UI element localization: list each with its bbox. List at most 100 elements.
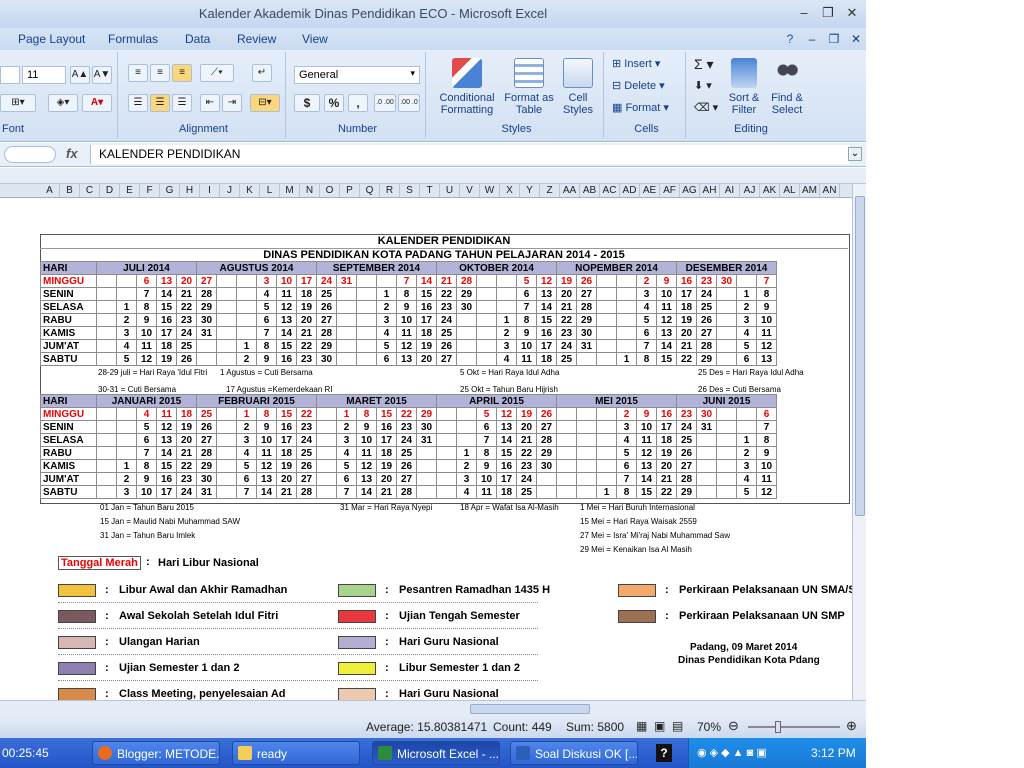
- date-cell[interactable]: 24: [316, 274, 337, 288]
- date-cell[interactable]: 25: [516, 485, 537, 499]
- day-name[interactable]: KAMIS: [40, 459, 97, 473]
- date-cell[interactable]: 16: [156, 313, 177, 327]
- date-cell[interactable]: 27: [576, 287, 597, 301]
- date-cell[interactable]: [436, 407, 457, 421]
- date-cell[interactable]: [696, 459, 717, 473]
- date-cell[interactable]: 29: [576, 313, 597, 327]
- date-cell[interactable]: 29: [676, 485, 697, 499]
- date-cell[interactable]: [236, 300, 257, 314]
- date-cell[interactable]: [216, 407, 237, 421]
- month-header[interactable]: JUNI 2015: [676, 394, 777, 408]
- date-cell[interactable]: 3: [236, 433, 257, 447]
- date-cell[interactable]: 22: [556, 313, 577, 327]
- scroll-thumb[interactable]: [855, 196, 865, 516]
- date-cell[interactable]: 10: [636, 420, 657, 434]
- date-cell[interactable]: 28: [696, 339, 717, 353]
- date-cell[interactable]: [216, 274, 237, 288]
- date-cell[interactable]: 26: [536, 407, 557, 421]
- date-cell[interactable]: [96, 300, 117, 314]
- date-cell[interactable]: [196, 339, 217, 353]
- date-cell[interactable]: 7: [136, 446, 157, 460]
- column-header[interactable]: AK: [760, 184, 780, 197]
- date-cell[interactable]: [216, 472, 237, 486]
- date-cell[interactable]: [476, 313, 497, 327]
- date-cell[interactable]: 27: [676, 459, 697, 473]
- date-cell[interactable]: 10: [756, 313, 777, 327]
- date-cell[interactable]: 12: [156, 420, 177, 434]
- day-name[interactable]: MINGGU: [40, 407, 97, 421]
- day-name[interactable]: JUM'AT: [40, 339, 97, 353]
- date-cell[interactable]: [356, 300, 377, 314]
- date-cell[interactable]: 13: [496, 420, 517, 434]
- date-cell[interactable]: 27: [696, 326, 717, 340]
- date-cell[interactable]: 22: [296, 407, 317, 421]
- date-cell[interactable]: [556, 407, 577, 421]
- date-cell[interactable]: [336, 313, 357, 327]
- date-cell[interactable]: [476, 300, 497, 314]
- date-cell[interactable]: [116, 433, 137, 447]
- date-cell[interactable]: [476, 326, 497, 340]
- tray-icons[interactable]: ◉ ◈ ◆ ▲ ◙ ▣: [697, 746, 767, 759]
- date-cell[interactable]: 9: [256, 352, 277, 366]
- zoom-in-icon[interactable]: ⊕: [846, 718, 857, 734]
- date-cell[interactable]: 9: [396, 300, 417, 314]
- date-cell[interactable]: 6: [616, 459, 637, 473]
- date-cell[interactable]: 8: [616, 485, 637, 499]
- date-cell[interactable]: [356, 313, 377, 327]
- column-header[interactable]: F: [140, 184, 160, 197]
- date-cell[interactable]: 14: [496, 433, 517, 447]
- date-cell[interactable]: 31: [696, 420, 717, 434]
- month-header[interactable]: MEI 2015: [556, 394, 677, 408]
- date-cell[interactable]: 3: [736, 459, 757, 473]
- date-cell[interactable]: 12: [756, 339, 777, 353]
- date-cell[interactable]: 25: [696, 300, 717, 314]
- date-cell[interactable]: 13: [356, 472, 377, 486]
- date-cell[interactable]: [576, 433, 597, 447]
- date-cell[interactable]: [96, 352, 117, 366]
- column-header[interactable]: AJ: [740, 184, 760, 197]
- date-cell[interactable]: 2: [116, 472, 137, 486]
- date-cell[interactable]: 4: [636, 300, 657, 314]
- date-cell[interactable]: [336, 287, 357, 301]
- day-name[interactable]: KAMIS: [40, 326, 97, 340]
- date-cell[interactable]: 21: [276, 485, 297, 499]
- date-cell[interactable]: 8: [756, 433, 777, 447]
- date-cell[interactable]: 23: [296, 420, 317, 434]
- column-header[interactable]: U: [440, 184, 460, 197]
- taskbar-item-blogger[interactable]: Blogger: METODE...: [92, 741, 220, 765]
- date-cell[interactable]: 17: [496, 472, 517, 486]
- date-cell[interactable]: 8: [476, 446, 497, 460]
- date-cell[interactable]: [336, 352, 357, 366]
- date-cell[interactable]: 24: [696, 287, 717, 301]
- column-header[interactable]: Q: [360, 184, 380, 197]
- date-cell[interactable]: 8: [256, 407, 277, 421]
- sort-filter-button[interactable]: Sort & Filter: [724, 58, 764, 116]
- date-cell[interactable]: [716, 339, 737, 353]
- align-bottom-icon[interactable]: ≡: [172, 64, 192, 82]
- date-cell[interactable]: 13: [256, 472, 277, 486]
- date-cell[interactable]: 22: [176, 459, 197, 473]
- date-cell[interactable]: 16: [416, 300, 437, 314]
- date-cell[interactable]: [96, 433, 117, 447]
- date-cell[interactable]: [716, 459, 737, 473]
- date-cell[interactable]: [416, 472, 437, 486]
- date-cell[interactable]: [456, 339, 477, 353]
- date-cell[interactable]: 18: [536, 352, 557, 366]
- date-cell[interactable]: [216, 433, 237, 447]
- date-cell[interactable]: 9: [136, 472, 157, 486]
- date-cell[interactable]: 1: [456, 446, 477, 460]
- date-cell[interactable]: 17: [156, 326, 177, 340]
- date-cell[interactable]: 15: [416, 287, 437, 301]
- date-cell[interactable]: [416, 485, 437, 499]
- date-cell[interactable]: 13: [636, 459, 657, 473]
- month-header[interactable]: MARET 2015: [316, 394, 437, 408]
- date-cell[interactable]: [616, 313, 637, 327]
- date-cell[interactable]: 11: [136, 339, 157, 353]
- column-header[interactable]: J: [220, 184, 240, 197]
- date-cell[interactable]: 19: [376, 459, 397, 473]
- date-cell[interactable]: 3: [736, 313, 757, 327]
- format-button[interactable]: ▦ Format ▾: [612, 102, 669, 114]
- date-cell[interactable]: 18: [496, 485, 517, 499]
- date-cell[interactable]: 4: [736, 472, 757, 486]
- date-cell[interactable]: [716, 472, 737, 486]
